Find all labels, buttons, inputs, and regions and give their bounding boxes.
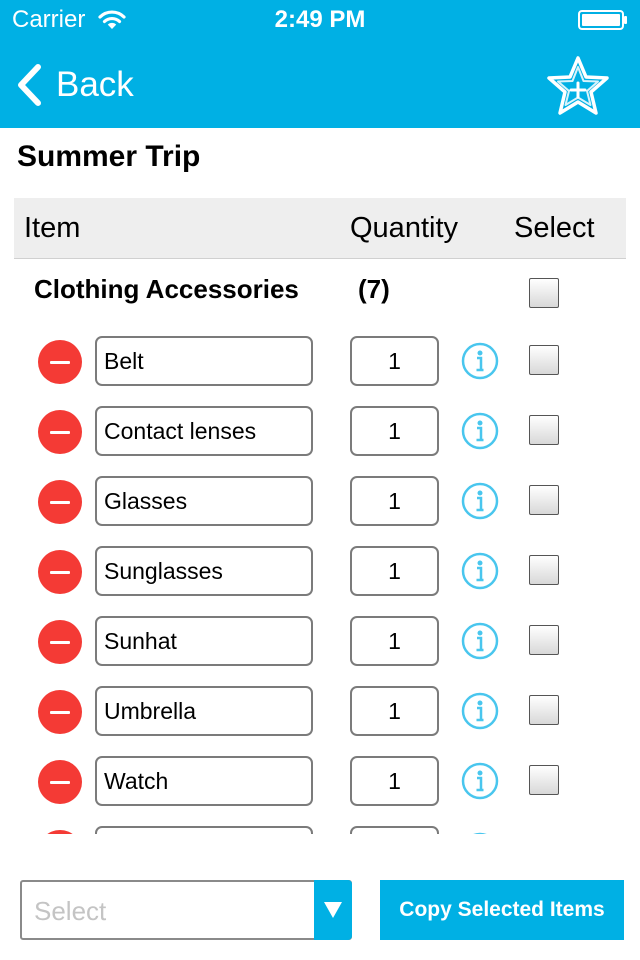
list-item: Watch 1 [0, 750, 640, 820]
info-icon[interactable] [460, 691, 500, 731]
item-quantity-field[interactable]: 1 [350, 616, 439, 666]
item-quantity-field[interactable]: 1 [350, 406, 439, 456]
item-list: Belt 1 Contact lenses 1 Glasses 1 Sungla… [0, 330, 640, 834]
info-icon[interactable] [460, 831, 500, 834]
battery-icon [578, 10, 627, 30]
list-item [0, 820, 640, 834]
info-icon[interactable] [460, 621, 500, 661]
column-quantity-label: Quantity [350, 212, 458, 244]
item-quantity-field[interactable]: 1 [350, 756, 439, 806]
navigation-bar: Carrier 2:49 PM Back [0, 0, 640, 128]
item-name-field[interactable]: Contact lenses [95, 406, 313, 456]
item-quantity-field[interactable] [350, 826, 439, 834]
item-name-field[interactable]: Sunglasses [95, 546, 313, 596]
column-select-label: Select [514, 212, 595, 244]
back-button[interactable]: Back [14, 60, 134, 110]
status-time: 2:49 PM [274, 6, 366, 33]
delete-item-button[interactable] [38, 690, 82, 734]
page-title: Summer Trip [17, 140, 201, 173]
triangle-down-icon [324, 902, 342, 918]
back-label: Back [56, 65, 134, 104]
item-quantity-field[interactable]: 1 [350, 476, 439, 526]
item-name-field[interactable] [95, 826, 313, 834]
delete-item-button[interactable] [38, 760, 82, 804]
delete-item-button[interactable] [38, 410, 82, 454]
delete-item-button[interactable] [38, 830, 82, 834]
info-icon[interactable] [460, 761, 500, 801]
item-select-checkbox[interactable] [529, 485, 559, 515]
list-item: Sunglasses 1 [0, 540, 640, 610]
info-icon[interactable] [460, 551, 500, 591]
info-icon[interactable] [460, 411, 500, 451]
copy-target-select[interactable]: Select [20, 880, 352, 940]
dropdown-toggle[interactable] [314, 880, 352, 940]
item-quantity-field[interactable]: 1 [350, 336, 439, 386]
item-select-checkbox[interactable] [529, 625, 559, 655]
list-item: Glasses 1 [0, 470, 640, 540]
item-name-field[interactable]: Umbrella [95, 686, 313, 736]
column-header: Item Quantity Select [14, 198, 626, 259]
item-select-checkbox[interactable] [529, 555, 559, 585]
item-name-field[interactable]: Watch [95, 756, 313, 806]
item-quantity-field[interactable]: 1 [350, 546, 439, 596]
item-select-checkbox[interactable] [529, 695, 559, 725]
delete-item-button[interactable] [38, 550, 82, 594]
copy-selected-items-button[interactable]: Copy Selected Items [380, 880, 624, 940]
chevron-left-icon [18, 64, 41, 106]
delete-item-button[interactable] [38, 340, 82, 384]
item-quantity-field[interactable]: 1 [350, 686, 439, 736]
category-count: (7) [358, 274, 390, 304]
column-item-label: Item [24, 212, 81, 244]
item-name-field[interactable]: Sunhat [95, 616, 313, 666]
list-item: Contact lenses 1 [0, 400, 640, 470]
delete-item-button[interactable] [38, 620, 82, 664]
item-select-checkbox[interactable] [529, 765, 559, 795]
list-item: Sunhat 1 [0, 610, 640, 680]
item-name-field[interactable]: Belt [95, 336, 313, 386]
delete-item-button[interactable] [38, 480, 82, 524]
item-select-checkbox[interactable] [529, 345, 559, 375]
category-name: Clothing Accessories [34, 274, 299, 304]
info-icon[interactable] [460, 341, 500, 381]
select-placeholder: Select [34, 896, 107, 926]
item-select-checkbox[interactable] [529, 415, 559, 445]
info-icon[interactable] [460, 481, 500, 521]
list-item: Umbrella 1 [0, 680, 640, 750]
category-select-checkbox[interactable] [529, 278, 559, 308]
item-name-field[interactable]: Glasses [95, 476, 313, 526]
list-item: Belt 1 [0, 330, 640, 400]
star-add-icon[interactable] [545, 54, 611, 118]
